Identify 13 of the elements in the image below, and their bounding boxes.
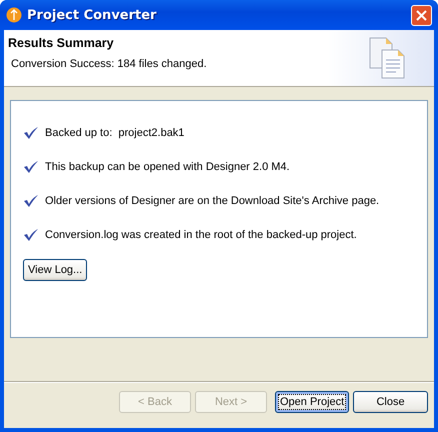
- wizard-button[interactable]: Open Project: [275, 391, 349, 413]
- result-text: Conversion.log was created in the root of the backed-up project.: [45, 228, 357, 240]
- app-icon: [6, 7, 22, 23]
- page-title: Results Summary: [8, 36, 115, 50]
- page-subtitle: Conversion Success: 184 files changed.: [10, 58, 208, 70]
- wizard-button[interactable]: Close: [353, 391, 428, 413]
- close-button[interactable]: [411, 4, 432, 26]
- view-log-button[interactable]: View Log...: [23, 259, 87, 281]
- close-icon: [416, 10, 427, 20]
- result-text: Older versions of Designer are on the Download Site's Archive page.: [45, 194, 380, 206]
- window-title: Project Converter: [27, 8, 158, 22]
- result-text: Backed up to: project2.bak1: [45, 126, 184, 138]
- result-text: This backup can be opened with Designer 2.0 M4.: [45, 160, 290, 172]
